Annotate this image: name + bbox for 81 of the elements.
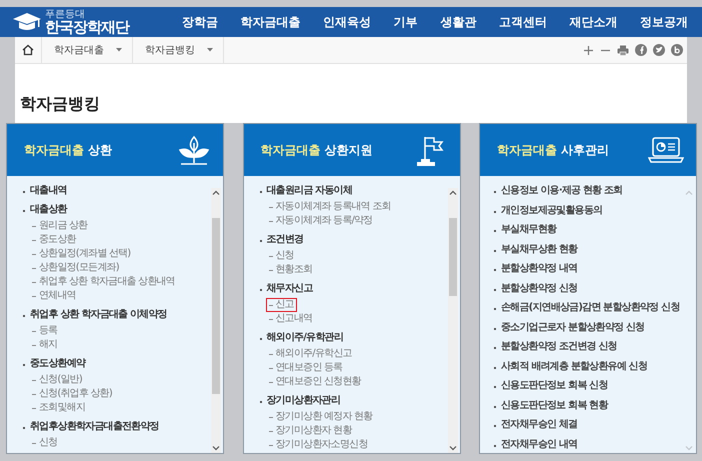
submenu-link[interactable]: 해지	[29, 338, 60, 352]
nav-link[interactable]: 장학금	[182, 14, 218, 30]
submenu-link[interactable]: 신청(일반)	[29, 373, 86, 387]
scrollbar-thumb[interactable]	[448, 218, 456, 296]
menu-link[interactable]: 취업후 상환 학자금대출 이체약정	[23, 309, 167, 321]
logo-name[interactable]: 한국장학재단	[45, 20, 129, 34]
submenu-link[interactable]: 자동이체계좌 등록내역 조회	[266, 200, 394, 214]
menu-link[interactable]: 사회적 배려계층 분할상환유예 신청	[494, 360, 648, 372]
nav-link[interactable]: 인재육성	[323, 14, 372, 30]
menu-link[interactable]: 부실채무현황	[494, 224, 556, 236]
menu-link[interactable]: 조건변경	[260, 234, 304, 246]
submenu-link[interactable]: 신청	[266, 249, 297, 263]
laptop-icon	[648, 135, 684, 165]
submenu-link[interactable]: 중도상환	[29, 233, 79, 247]
submenu-link[interactable]: 장기미상환 예정자 현황	[266, 410, 376, 424]
menu-link[interactable]: 분할상환약정 내역	[494, 263, 578, 275]
submenu-link[interactable]: 신고내역	[266, 312, 316, 326]
breadcrumb-dropdown[interactable]: 학자금대출	[42, 37, 133, 63]
nav-link[interactable]: 고객센터	[498, 14, 547, 30]
menu-link[interactable]: 채무자신고	[260, 283, 313, 295]
submenu-link[interactable]: 현황조회	[266, 263, 316, 277]
share-icon[interactable]	[653, 44, 665, 56]
submenu-link[interactable]: 조회및해지	[29, 401, 88, 415]
scroll-down-icon[interactable]	[211, 443, 221, 453]
menu-link[interactable]: 손해금(지연배상금)감면 분할상환약정 신청	[494, 302, 680, 314]
menu-link[interactable]: 부실채무상환 현황	[494, 244, 578, 256]
submenu-link[interactable]: 연대보증인 등록	[266, 361, 346, 375]
nav-link[interactable]: 학자금대출	[240, 14, 301, 30]
submenu-link[interactable]: 등록	[29, 324, 60, 338]
nav-link[interactable]: 기부	[394, 14, 418, 30]
menu-link[interactable]: 신용도판단정보 회복 신청	[494, 380, 608, 392]
caret-icon	[207, 48, 213, 52]
submenu-link[interactable]: 신청(취업후 상환)	[29, 387, 115, 401]
submenu-link[interactable]: 장기미상환자소명신청	[266, 438, 371, 452]
menu-link[interactable]: 전자채무승인 체결	[494, 419, 578, 431]
submenu-link[interactable]: 신청	[29, 436, 60, 450]
print-icon[interactable]	[617, 44, 629, 56]
menu-link[interactable]: 장기미상환자관리	[260, 395, 340, 407]
submenu-link[interactable]: 상환일정(모든계좌)	[29, 261, 122, 275]
submenu-link[interactable]: 신고	[266, 298, 297, 312]
menu-link[interactable]: 대출원리금 자동이체	[260, 185, 352, 197]
menu-link[interactable]: 개인정보제공및활용동의	[494, 204, 602, 216]
breadcrumb-dropdown[interactable]: 학자금뱅킹	[133, 37, 224, 63]
menu-link[interactable]: 대출내역	[23, 185, 67, 197]
nav-link[interactable]: 정보공개	[640, 14, 688, 30]
card-title: 학자금대출 상환	[24, 142, 112, 158]
share-icon[interactable]	[671, 44, 683, 56]
nav-link[interactable]: 재단소개	[569, 14, 618, 30]
menu-link[interactable]: 신용도판단정보 회복 현황	[494, 400, 608, 412]
submenu-link[interactable]: 연대보증인 신청현황	[266, 375, 364, 389]
sprout-icon	[177, 133, 211, 167]
scrollbar[interactable]	[448, 188, 458, 453]
caret-icon	[116, 48, 122, 52]
nav-link[interactable]: 생활관	[440, 14, 476, 30]
submenu-link[interactable]: 취업후 상환 학자금대출 상환내역	[29, 275, 178, 289]
scroll-down-icon[interactable]	[448, 443, 458, 453]
scrollbar[interactable]	[211, 188, 221, 453]
menu-link[interactable]: 분할상환약정 신청	[494, 282, 578, 294]
menu-link[interactable]: 전자채무승인 내역	[494, 438, 578, 450]
graduation-cap-icon	[12, 12, 42, 32]
submenu-link[interactable]: 상환일정(계좌별 선택)	[29, 247, 134, 261]
menu-link[interactable]: 취업후상환학자금대출전환약정	[23, 421, 159, 433]
zoom-in-icon[interactable]	[583, 44, 594, 56]
submenu-link[interactable]: 장기미상환자 현황	[266, 424, 354, 438]
page-title: 학자금뱅킹	[20, 94, 100, 115]
menu-link[interactable]: 해외이주/유학관리	[260, 332, 343, 344]
menu-link[interactable]: 중도상환예약	[23, 358, 86, 370]
submenu-link[interactable]: 해외이주/유학신고	[266, 347, 355, 361]
card-title: 학자금대출 상환지원	[260, 142, 373, 158]
menu-link[interactable]: 신용정보 이용·제공 현황 조회	[494, 185, 622, 197]
submenu-link[interactable]: 자동이체계좌 등록/약정	[266, 214, 376, 228]
submenu-link[interactable]: 연체내역	[29, 289, 79, 303]
share-icon[interactable]	[635, 44, 647, 56]
menu-link[interactable]: 중소기업근로자 분할상환약정 신청	[494, 322, 644, 334]
submenu-link[interactable]: 원리금 상환	[29, 219, 90, 233]
card-title: 학자금대출 사후관리	[497, 142, 610, 158]
scrollbar-thumb[interactable]	[212, 218, 220, 394]
menu-link[interactable]: 대출상환	[23, 204, 67, 216]
logo-tagline: 푸른등대	[45, 10, 86, 20]
home-icon[interactable]	[22, 44, 34, 56]
menu-link[interactable]: 분할상환약정 조건변경 신청	[494, 341, 617, 353]
